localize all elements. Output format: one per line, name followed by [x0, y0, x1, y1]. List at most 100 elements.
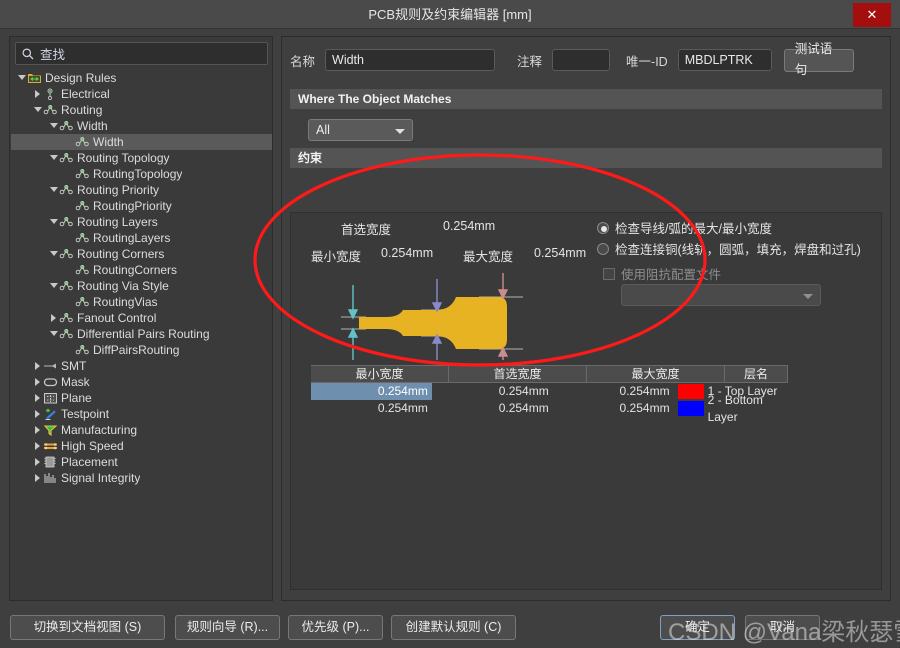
tree-item-label: RoutingVias: [93, 295, 158, 309]
tree-item-signal-integrity[interactable]: Signal Integrity: [11, 470, 272, 486]
twisty-collapsed-icon[interactable]: [33, 454, 43, 470]
tree-item-routing-priority[interactable]: Routing Priority: [11, 182, 272, 198]
twisty-expanded-icon[interactable]: [49, 214, 59, 230]
twisty-collapsed-icon[interactable]: [33, 358, 43, 374]
tree-item-high-speed[interactable]: High Speed: [11, 438, 272, 454]
tree-item-plane[interactable]: Plane: [11, 390, 272, 406]
test-statement-button[interactable]: 测试语句: [783, 42, 854, 77]
twisty-expanded-icon[interactable]: [49, 150, 59, 166]
tree-item-routing-corners[interactable]: Routing Corners: [11, 246, 272, 262]
tree-item-smt[interactable]: SMT: [11, 358, 272, 374]
twisty-expanded-icon[interactable]: [49, 326, 59, 342]
rule-identity-row: 名称 Width 注释 唯一-ID MBDLPTRK 测试语句: [290, 42, 882, 77]
tree-item-routing-via-style[interactable]: Routing Via Style: [11, 278, 272, 294]
tree-item-placement[interactable]: Placement: [11, 454, 272, 470]
tree-item-routinglayers[interactable]: RoutingLayers: [11, 230, 272, 246]
table-cell-min[interactable]: 0.254mm: [311, 383, 432, 400]
table-header-row: 最小宽度 首选宽度 最大宽度 层名: [311, 365, 788, 383]
impedance-profile-select[interactable]: [621, 284, 821, 306]
tree-item-routing-layers[interactable]: Routing Layers: [11, 214, 272, 230]
twisty-collapsed-icon[interactable]: [33, 86, 43, 102]
smt-icon: [44, 363, 56, 369]
create-default-rules-button[interactable]: 创建默认规则 (C): [391, 615, 516, 640]
twisty-collapsed-icon[interactable]: [33, 470, 43, 486]
table-cell-preferred[interactable]: 0.254mm: [432, 383, 553, 400]
tree-item-mask[interactable]: Mask: [11, 374, 272, 390]
name-field[interactable]: Width: [325, 49, 496, 71]
radio-check-connected-copper[interactable]: 检查连接铜(线轨，圆弧，填充，焊盘和过孔): [597, 239, 861, 258]
twisty-expanded-icon[interactable]: [49, 118, 59, 134]
tree-item-routingtopology[interactable]: RoutingTopology: [11, 166, 272, 182]
min-width-value: 0.254mm: [381, 246, 434, 260]
switch-to-document-view-button[interactable]: 切换到文档视图 (S): [10, 615, 165, 640]
table-cell-preferred[interactable]: 0.254mm: [432, 400, 553, 417]
tree-item-label: Routing Priority: [77, 183, 160, 197]
tree-item-label: Routing Topology: [77, 151, 170, 165]
table-column-header[interactable]: 最大宽度: [587, 366, 725, 382]
manufacturing-icon: [43, 425, 58, 437]
chevron-down-icon: [803, 294, 813, 299]
routing-icon: [75, 345, 89, 355]
tree-item-design-rules[interactable]: Design Rules: [11, 70, 272, 86]
tree-item-differential-pairs-routing[interactable]: Differential Pairs Routing: [11, 326, 272, 342]
tree-item-label: RoutingLayers: [93, 231, 171, 245]
table-column-header[interactable]: 最小宽度: [311, 366, 449, 382]
tree-item-label: RoutingTopology: [93, 167, 183, 181]
priority-button[interactable]: 优先级 (P)...: [288, 615, 383, 640]
tree-item-label: Design Rules: [45, 71, 117, 85]
layer-name-label: 2 - Bottom Layer: [707, 392, 763, 424]
twisty-expanded-icon[interactable]: [33, 102, 43, 118]
rules-tree[interactable]: Design Rules Electrical Routing Width Width R…: [11, 70, 272, 598]
comment-field[interactable]: [552, 49, 611, 71]
uid-field[interactable]: MBDLPTRK: [677, 49, 772, 71]
rule-wizard-button[interactable]: 规则向导 (R)...: [175, 615, 280, 640]
tree-item-electrical[interactable]: Electrical: [11, 86, 272, 102]
table-cell-min[interactable]: 0.254mm: [311, 400, 432, 417]
tree-item-manufacturing[interactable]: Manufacturing: [11, 422, 272, 438]
tree-item-width[interactable]: Width: [11, 118, 272, 134]
preferred-width-value: 0.254mm: [443, 219, 496, 233]
routing-icon: [59, 217, 73, 227]
rules-tree-panel: 查找 Design Rules Electrical Routing Width Wid…: [9, 36, 273, 601]
tree-item-routingcorners[interactable]: RoutingCorners: [11, 262, 272, 278]
table-column-header[interactable]: 首选宽度: [449, 366, 587, 382]
tree-item-testpoint[interactable]: Testpoint: [11, 406, 272, 422]
twisty-placeholder: [65, 294, 75, 310]
uid-label: 唯一-ID: [626, 54, 668, 69]
search-input[interactable]: 查找: [15, 42, 268, 65]
twisty-collapsed-icon[interactable]: [33, 374, 43, 390]
table-cell-max[interactable]: 0.254mm: [553, 383, 674, 400]
twisty-collapsed-icon[interactable]: [33, 406, 43, 422]
twisty-collapsed-icon[interactable]: [33, 390, 43, 406]
twisty-collapsed-icon[interactable]: [49, 310, 59, 326]
cancel-button[interactable]: 取消: [745, 615, 820, 640]
routing-icon: [59, 249, 73, 259]
tree-item-routingpriority[interactable]: RoutingPriority: [11, 198, 272, 214]
twisty-collapsed-icon[interactable]: [33, 438, 43, 454]
twisty-expanded-icon[interactable]: [17, 70, 27, 86]
impedance-profile-checkbox[interactable]: 使用阻抗配置文件: [603, 264, 721, 283]
tree-item-diffpairsrouting[interactable]: DiffPairsRouting: [11, 342, 272, 358]
scope-select[interactable]: All: [308, 119, 413, 141]
tree-item-label: DiffPairsRouting: [93, 343, 180, 357]
twisty-expanded-icon[interactable]: [49, 278, 59, 294]
routing-icon: [75, 297, 89, 307]
highspeed-icon: [44, 443, 57, 450]
ok-button[interactable]: 确定: [660, 615, 735, 640]
tree-item-width[interactable]: Width: [11, 134, 272, 150]
table-row[interactable]: 0.254mm 0.254mm 0.254mm 2 - Bottom Layer: [311, 393, 788, 424]
twisty-expanded-icon[interactable]: [49, 246, 59, 262]
twisty-collapsed-icon[interactable]: [33, 422, 43, 438]
close-icon[interactable]: ✕: [853, 3, 891, 27]
tree-item-routingvias[interactable]: RoutingVias: [11, 294, 272, 310]
max-width-label: 最大宽度: [463, 250, 514, 264]
tree-item-fanout-control[interactable]: Fanout Control: [11, 310, 272, 326]
table-cell-max[interactable]: 0.254mm: [553, 400, 674, 417]
table-cell-layer[interactable]: 2 - Bottom Layer: [674, 393, 788, 424]
tree-item-routing[interactable]: Routing: [11, 102, 272, 118]
table-column-header[interactable]: 层名: [725, 366, 788, 382]
twisty-expanded-icon[interactable]: [49, 182, 59, 198]
tree-item-routing-topology[interactable]: Routing Topology: [11, 150, 272, 166]
tree-item-label: RoutingPriority: [93, 199, 172, 213]
radio-check-track-arc-width[interactable]: 检查导线/弧的最大/最小宽度: [597, 218, 772, 237]
